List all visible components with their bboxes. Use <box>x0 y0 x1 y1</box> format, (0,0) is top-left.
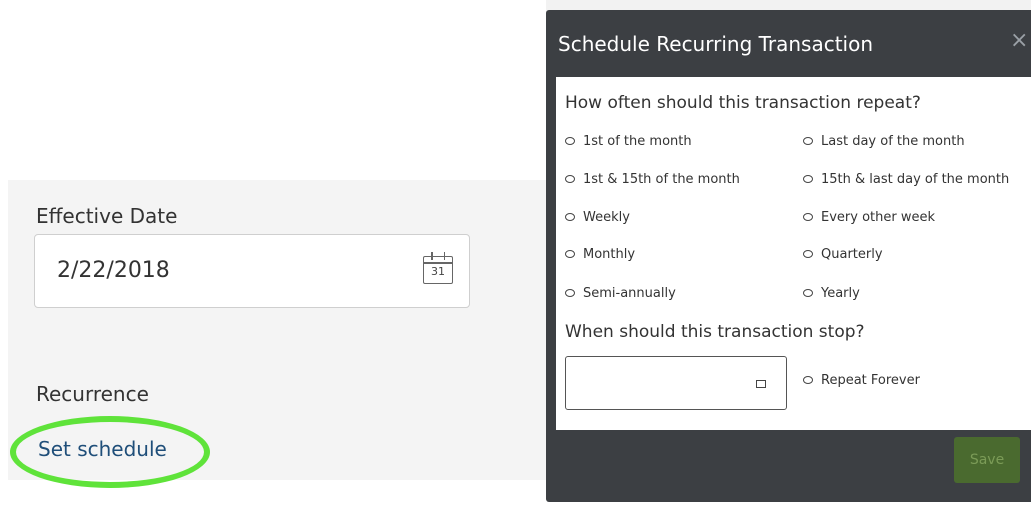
option-1st-of-month[interactable]: 1st of the month <box>565 134 692 149</box>
radio-icon <box>565 174 575 183</box>
radio-icon <box>803 249 813 258</box>
close-icon[interactable]: × <box>1010 28 1028 53</box>
radio-icon <box>565 288 575 297</box>
radio-icon <box>803 212 813 221</box>
radio-icon <box>803 136 813 145</box>
radio-icon <box>565 249 575 258</box>
highlight-annotation-circle <box>10 416 210 488</box>
option-quarterly[interactable]: Quarterly <box>803 247 883 262</box>
frequency-question: How often should this transaction repeat… <box>565 93 921 113</box>
effective-date-label: Effective Date <box>36 204 178 228</box>
option-15th-and-last-day[interactable]: 15th & last day of the month <box>803 172 1009 187</box>
stop-date-input[interactable] <box>565 356 787 410</box>
option-weekly[interactable]: Weekly <box>565 210 630 225</box>
stop-question: When should this transaction stop? <box>565 322 865 342</box>
calendar-icon[interactable] <box>756 380 766 388</box>
effective-date-input[interactable]: 2/22/2018 31 <box>34 234 470 308</box>
effective-date-value: 2/22/2018 <box>57 258 170 283</box>
radio-icon <box>803 288 813 297</box>
modal-title: Schedule Recurring Transaction <box>558 32 874 56</box>
schedule-recurring-modal: Schedule Recurring Transaction × How oft… <box>546 10 1031 502</box>
option-monthly[interactable]: Monthly <box>565 247 635 262</box>
radio-icon <box>803 174 813 183</box>
option-semi-annually[interactable]: Semi-annually <box>565 286 676 301</box>
option-last-day-of-month[interactable]: Last day of the month <box>803 134 965 149</box>
recurrence-label: Recurrence <box>36 382 149 406</box>
option-yearly[interactable]: Yearly <box>803 286 860 301</box>
option-every-other-week[interactable]: Every other week <box>803 210 935 225</box>
save-button[interactable]: Save <box>954 437 1020 483</box>
option-repeat-forever[interactable]: Repeat Forever <box>803 373 920 388</box>
radio-icon <box>803 375 813 384</box>
option-1st-and-15th[interactable]: 1st & 15th of the month <box>565 172 740 187</box>
modal-body: How often should this transaction repeat… <box>556 77 1031 430</box>
radio-icon <box>565 136 575 145</box>
calendar-icon[interactable]: 31 <box>423 252 453 284</box>
radio-icon <box>565 212 575 221</box>
